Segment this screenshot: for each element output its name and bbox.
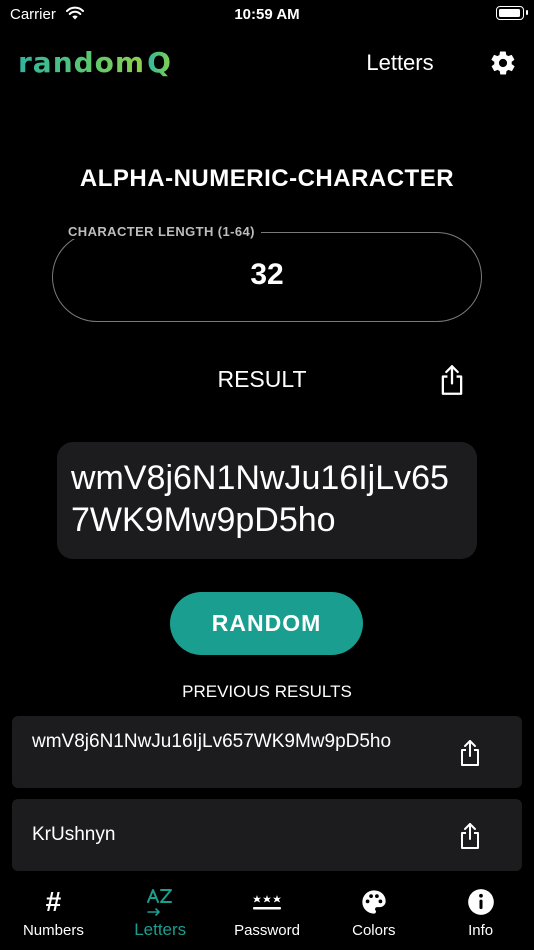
random-button[interactable]: RANDOM [170,592,363,655]
tab-numbers[interactable]: # Numbers [0,880,107,950]
length-input[interactable]: 32 [52,258,482,292]
tab-info[interactable]: Info [427,880,534,950]
list-item[interactable]: wmV8j6N1NwJu16IjLv657WK9Mw9pD5ho [12,716,522,788]
tab-password[interactable]: Password [214,880,321,950]
tab-label: Info [468,922,494,939]
previous-result-value: wmV8j6N1NwJu16IjLv657WK9Mw9pD5ho [32,731,392,752]
share-icon[interactable] [458,738,482,768]
hash-icon: # [45,886,62,917]
logo-q: Q [147,45,172,79]
letters-az-icon [107,888,214,916]
gear-icon[interactable] [489,49,517,77]
info-icon [427,888,534,916]
result-box[interactable]: wmV8j6N1NwJu16IjLv657WK9Mw9pD5ho [57,442,477,559]
clock: 10:59 AM [234,6,300,23]
battery-level [499,9,520,17]
tab-bar: # Numbers Letters Password Colors Info [0,880,534,950]
header-title: Letters [366,50,434,75]
previous-results-title: PREVIOUS RESULTS [182,682,352,701]
tab-letters[interactable]: Letters [107,880,214,950]
tab-label: Letters [134,920,187,939]
previous-result-value: KrUshnyn [32,824,116,845]
app-logo: random Q [18,42,172,82]
result-label: RESULT [217,366,307,392]
length-field-label: CHARACTER LENGTH (1-64) [62,224,261,239]
tab-label: Numbers [22,922,84,939]
palette-icon [320,888,427,916]
tab-label: Colors [352,922,396,939]
tab-colors[interactable]: Colors [320,880,427,950]
tab-label: Password [234,922,300,939]
password-icon [214,888,321,916]
logo-text: random [18,45,146,79]
status-bar: Carrier 10:59 AM [0,0,534,30]
mode-title: ALPHA-NUMERIC-CHARACTER [79,165,455,192]
list-item[interactable]: KrUshnyn [12,799,522,871]
share-icon[interactable] [458,821,482,851]
battery-icon [496,6,528,20]
result-value: wmV8j6N1NwJu16IjLv657WK9Mw9pD5ho [71,459,449,539]
share-icon[interactable] [438,364,466,396]
